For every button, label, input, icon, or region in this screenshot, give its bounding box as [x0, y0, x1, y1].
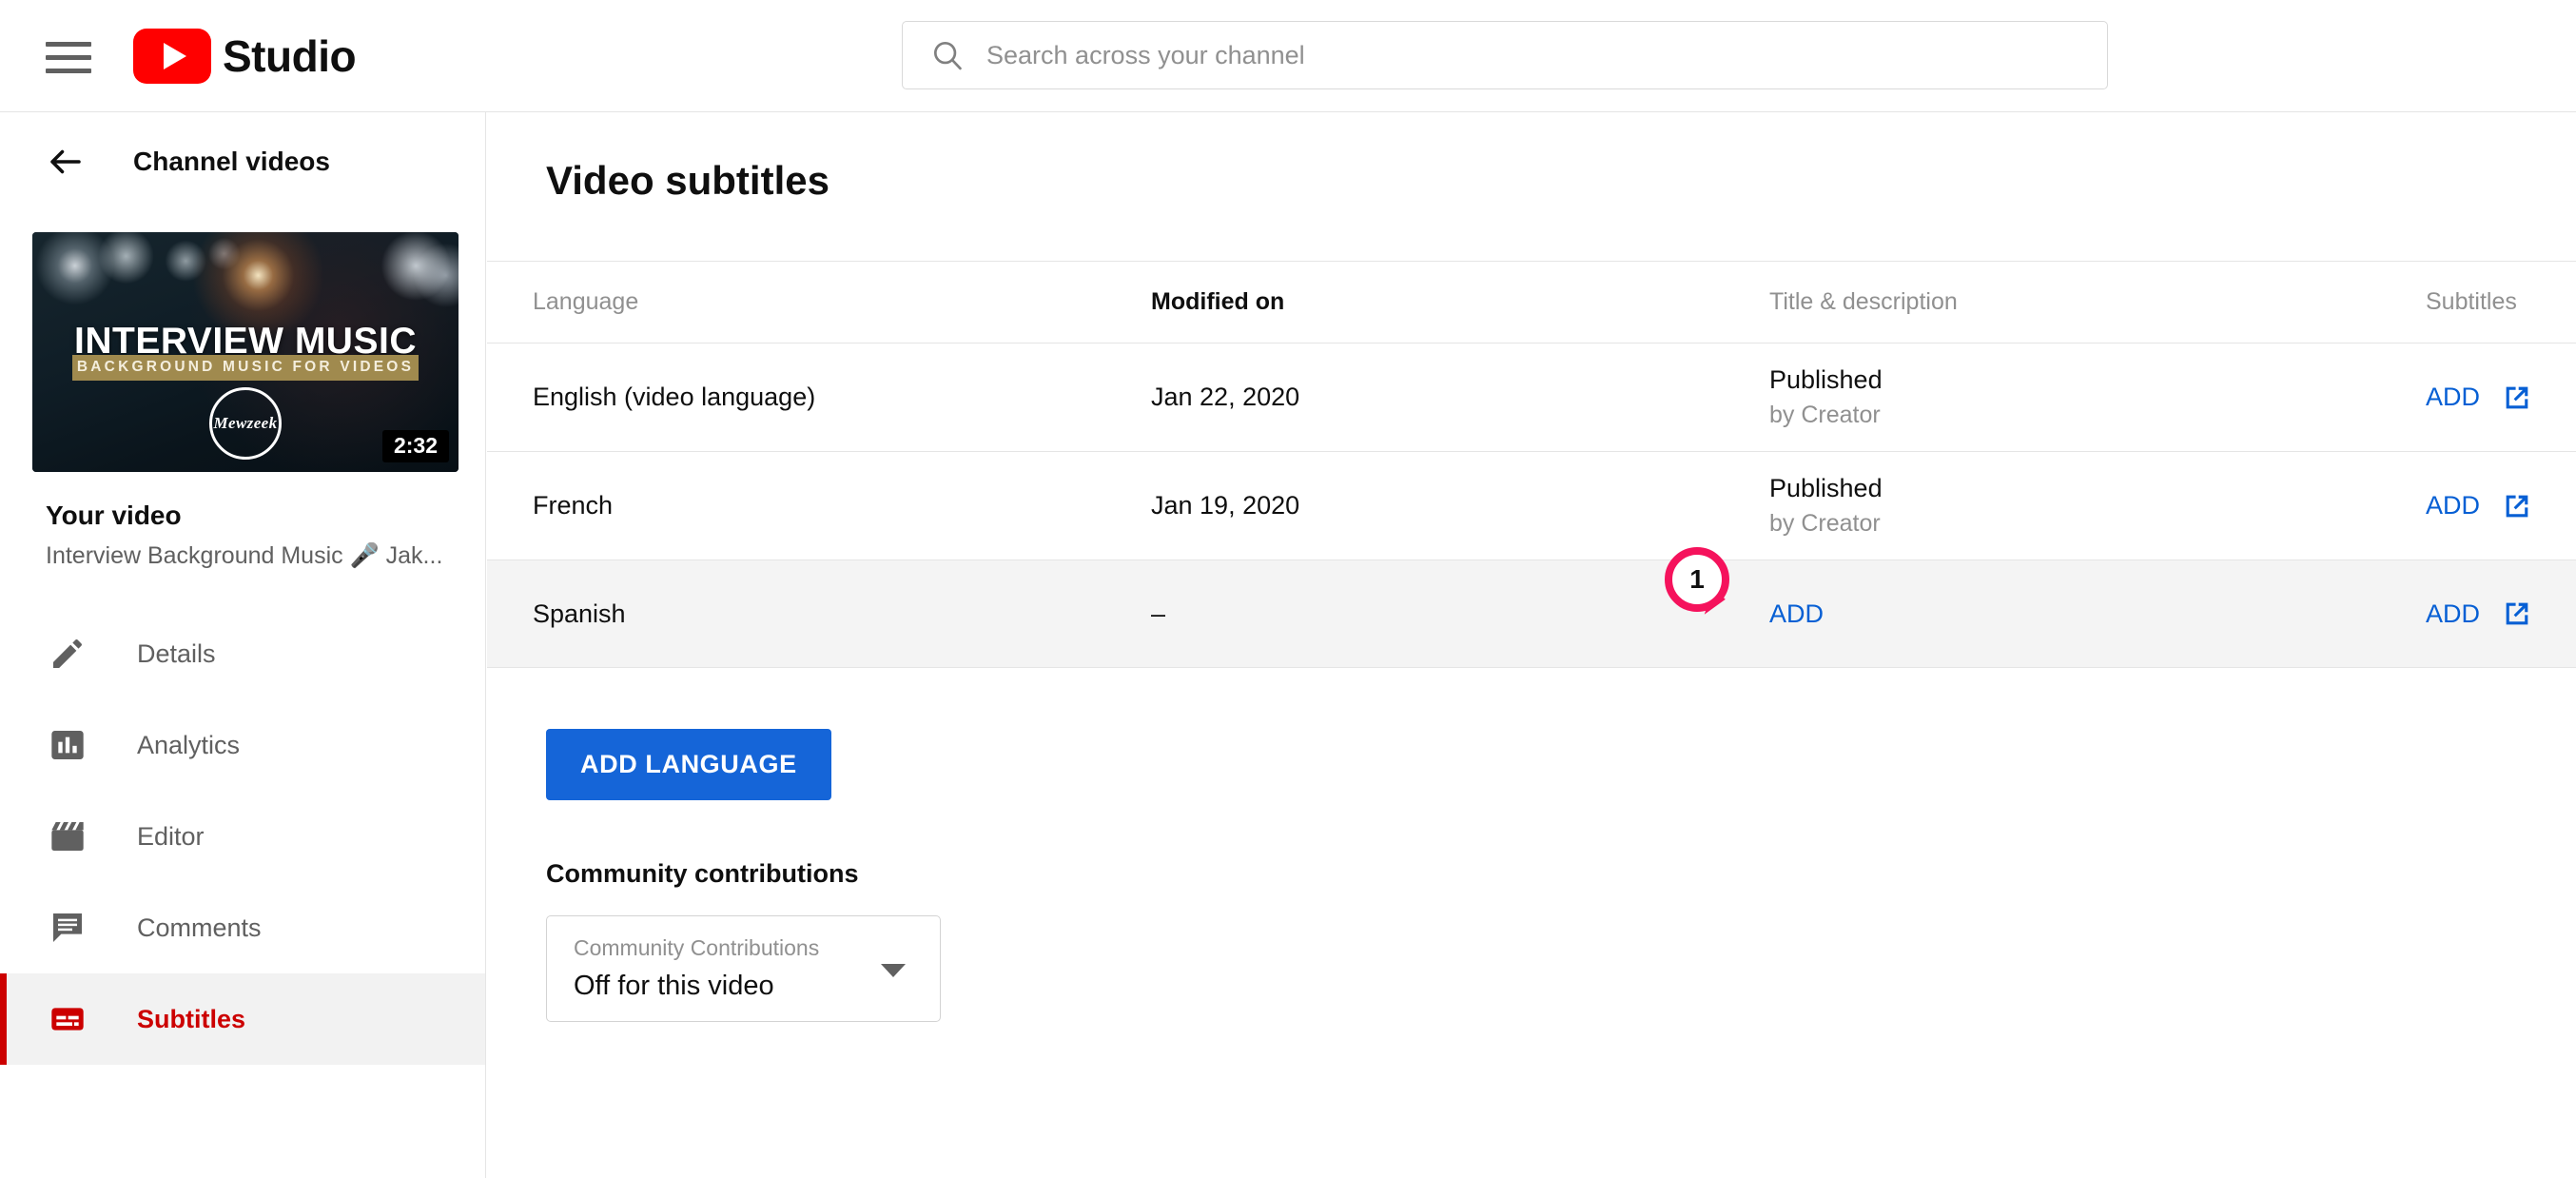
table-row[interactable]: French Jan 19, 2020 Published by Creator…	[487, 451, 2576, 560]
cell-title-status: Published	[1769, 474, 1883, 502]
youtube-logo-icon	[133, 29, 211, 84]
main-content: Video subtitles Language Modified on Tit…	[487, 112, 2576, 1178]
subtitles-icon	[46, 997, 89, 1041]
subtitles-table: Language Modified on Title & description…	[487, 261, 2576, 668]
cell-title-author: by Creator	[1769, 402, 1881, 428]
sidebar-item-subtitles[interactable]: Subtitles	[0, 973, 485, 1065]
cell-modified-on: Jan 22, 2020	[1151, 383, 1300, 411]
sidebar-item-label: Subtitles	[137, 1004, 246, 1033]
cell-title-add-link[interactable]: ADD	[1769, 599, 1824, 628]
bar-chart-icon	[46, 723, 89, 767]
cell-language: French	[533, 491, 614, 520]
column-header-modified-on: Modified on	[1151, 288, 1285, 315]
table-row[interactable]: Spanish – ADD ADD	[487, 560, 2576, 668]
video-thumbnail[interactable]: INTERVIEW MUSIC BACKGROUND MUSIC FOR VID…	[32, 232, 459, 472]
video-duration-badge: 2:32	[381, 430, 449, 462]
table-header-row: Language Modified on Title & description…	[487, 261, 2576, 343]
sidebar-item-editor[interactable]: Editor	[0, 791, 485, 882]
channel-watermark-icon: Mewzeek	[209, 387, 282, 460]
thumbnail-subtitle: BACKGROUND MUSIC FOR VIDEOS	[72, 355, 419, 381]
open-in-new-icon[interactable]	[2501, 382, 2533, 414]
cell-language: English (video language)	[533, 383, 816, 411]
add-language-button[interactable]: ADD LANGUAGE	[546, 729, 831, 800]
sidebar-item-comments[interactable]: Comments	[0, 882, 485, 973]
table-row[interactable]: English (video language) Jan 22, 2020 Pu…	[487, 343, 2576, 451]
cell-language: Spanish	[533, 599, 626, 628]
cell-title-author: by Creator	[1769, 510, 1881, 537]
subtitles-add-action[interactable]: ADD	[2426, 382, 2533, 414]
back-label: Channel videos	[133, 147, 330, 176]
community-contributions-heading: Community contributions	[546, 859, 859, 888]
thumbnail-watermark: Mewzeek	[213, 414, 278, 432]
page-title: Video subtitles	[546, 158, 829, 203]
sidebar-item-details[interactable]: Details	[0, 608, 485, 699]
open-in-new-icon[interactable]	[2501, 490, 2533, 522]
cell-subtitles-add-label[interactable]: ADD	[2426, 491, 2480, 520]
sidebar-menu: Details Analytics Editor Comments Subtit…	[0, 608, 485, 1065]
youtube-studio-window: Studio Channel videos INTERVIEW MUSIC BA…	[0, 0, 2576, 1178]
cell-subtitles-add-label[interactable]: ADD	[2426, 383, 2480, 412]
search-bar[interactable]	[902, 21, 2108, 89]
subtitles-add-action[interactable]: ADD	[2426, 598, 2533, 630]
video-title-text: Interview Background Music 🎤 Jak...	[46, 542, 443, 569]
sidebar-item-label: Comments	[137, 913, 262, 942]
column-header-subtitles: Subtitles	[2426, 288, 2517, 315]
select-value: Off for this video	[574, 971, 774, 1001]
studio-logo[interactable]: Studio	[133, 29, 357, 84]
sidebar-item-label: Details	[137, 638, 216, 668]
brand-label: Studio	[223, 31, 357, 81]
cell-modified-on: –	[1151, 599, 1166, 628]
top-header-bar: Studio	[0, 0, 2576, 112]
open-in-new-icon[interactable]	[2501, 598, 2533, 630]
your-video-label: Your video	[46, 501, 182, 530]
cell-subtitles-add-label[interactable]: ADD	[2426, 599, 2480, 629]
arrow-left-icon	[50, 149, 81, 174]
sidebar-item-analytics[interactable]: Analytics	[0, 699, 485, 791]
chevron-down-icon[interactable]	[881, 964, 906, 977]
sidebar-item-label: Editor	[137, 821, 205, 851]
back-to-channel-videos[interactable]: Channel videos	[0, 112, 485, 211]
column-header-language: Language	[533, 288, 639, 315]
sidebar: Channel videos INTERVIEW MUSIC BACKGROUN…	[0, 112, 486, 1178]
pencil-icon	[46, 632, 89, 676]
search-icon	[933, 41, 962, 70]
comment-icon	[46, 906, 89, 950]
column-header-title-description: Title & description	[1769, 288, 1958, 315]
hamburger-icon[interactable]	[46, 42, 91, 73]
search-input[interactable]	[986, 40, 2080, 70]
clapboard-icon	[46, 815, 89, 858]
subtitles-add-action[interactable]: ADD	[2426, 490, 2533, 522]
sidebar-item-label: Analytics	[137, 730, 241, 759]
community-contributions-select[interactable]: Community Contributions Off for this vid…	[546, 915, 941, 1022]
cell-modified-on: Jan 19, 2020	[1151, 491, 1300, 520]
cell-title-status: Published	[1769, 365, 1883, 394]
select-float-label: Community Contributions	[574, 935, 820, 960]
